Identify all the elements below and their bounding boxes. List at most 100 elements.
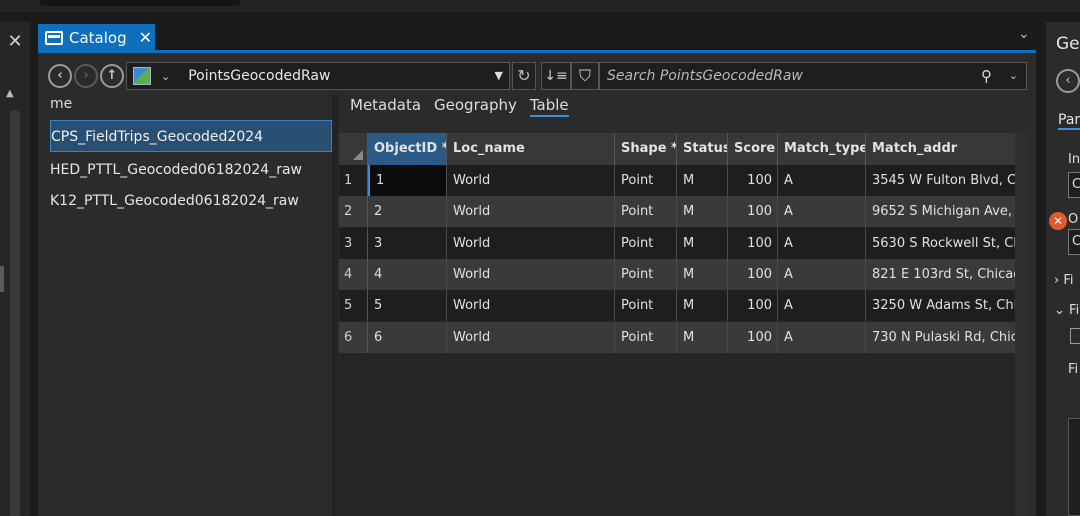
- list-header[interactable]: me: [50, 96, 72, 112]
- column-header[interactable]: ObjectID *: [368, 133, 447, 165]
- select-all-corner[interactable]: [339, 133, 368, 165]
- column-header[interactable]: Shape *: [615, 133, 677, 165]
- input-field[interactable]: C: [1068, 172, 1080, 198]
- cell-match-addr[interactable]: 3545 W Fulton Blvd, Ch: [866, 165, 1015, 196]
- back-icon[interactable]: ‹: [1056, 69, 1080, 93]
- refresh-icon[interactable]: ↻: [512, 62, 536, 90]
- pane-marker: [0, 266, 4, 292]
- cell-score[interactable]: 100: [728, 290, 778, 322]
- cell-status[interactable]: M: [677, 321, 728, 353]
- cell-score[interactable]: 100: [728, 258, 778, 290]
- cell-score[interactable]: 100: [728, 196, 778, 228]
- cell-status[interactable]: M: [677, 227, 728, 259]
- cell-objectid[interactable]: 1: [368, 165, 447, 196]
- cell-match-addr[interactable]: 3250 W Adams St, Chic: [866, 290, 1015, 321]
- table-row[interactable]: 4 4 World Point M 100 A 821 E 103rd St, Chicag: [339, 258, 1015, 290]
- cell-loc-name[interactable]: World: [447, 258, 615, 290]
- row-number[interactable]: 2: [339, 196, 368, 228]
- column-header[interactable]: Match_addr: [866, 133, 1015, 165]
- expander-fields-open[interactable]: ⌄ Fi: [1054, 303, 1079, 318]
- cell-shape[interactable]: Point: [615, 227, 677, 259]
- column-header[interactable]: Match_type: [778, 133, 866, 165]
- cell-loc-name[interactable]: World: [447, 227, 615, 259]
- table-row[interactable]: 6 6 World Point M 100 A 730 N Pulaski Rd, Chica: [339, 321, 1015, 353]
- cell-status[interactable]: M: [677, 258, 728, 290]
- tab-parameters[interactable]: Par: [1058, 112, 1080, 130]
- cell-match-type[interactable]: A: [778, 227, 866, 259]
- cell-match-type[interactable]: A: [778, 196, 866, 228]
- cell-shape[interactable]: Point: [615, 290, 677, 322]
- cell-score[interactable]: 100: [728, 227, 778, 259]
- cell-score[interactable]: 100: [728, 165, 778, 196]
- cell-match-type[interactable]: A: [778, 165, 866, 196]
- output-field[interactable]: C: [1068, 229, 1080, 255]
- path-dropdown[interactable]: ⌄ PointsGeocodedRaw ▼: [126, 62, 510, 90]
- up-icon[interactable]: ↑: [100, 64, 124, 88]
- table-scrollbar[interactable]: [1015, 133, 1027, 516]
- column-header[interactable]: Loc_name: [447, 133, 615, 165]
- cell-match-addr[interactable]: 730 N Pulaski Rd, Chica: [866, 322, 1015, 353]
- row-number[interactable]: 4: [339, 258, 368, 290]
- field-list-area[interactable]: [1068, 418, 1080, 516]
- table-row[interactable]: 5 5 World Point M 100 A 3250 W Adams St, Chic: [339, 290, 1015, 322]
- cell-score[interactable]: 100: [728, 321, 778, 353]
- cell-loc-name[interactable]: World: [447, 165, 615, 196]
- cell-shape[interactable]: Point: [615, 165, 677, 196]
- cell-objectid[interactable]: 2: [368, 196, 447, 228]
- chevron-down-icon[interactable]: ⌄: [1018, 26, 1030, 42]
- cell-status[interactable]: M: [677, 196, 728, 228]
- column-header[interactable]: Score: [728, 133, 778, 165]
- back-icon[interactable]: ‹: [48, 64, 72, 88]
- table-row[interactable]: 3 3 World Point M 100 A 5630 S Rockwell St, Chi: [339, 227, 1015, 259]
- cell-loc-name[interactable]: World: [447, 196, 615, 228]
- cell-objectid[interactable]: 3: [368, 227, 447, 259]
- search-input[interactable]: [607, 68, 967, 84]
- cell-match-type[interactable]: A: [778, 290, 866, 322]
- cell-match-type[interactable]: A: [778, 321, 866, 353]
- cell-shape[interactable]: Point: [615, 196, 677, 228]
- tab-metadata[interactable]: Metadata: [350, 96, 421, 117]
- cell-shape[interactable]: Point: [615, 321, 677, 353]
- dropdown-arrow-icon[interactable]: ▼: [495, 69, 503, 82]
- cell-status[interactable]: M: [677, 290, 728, 322]
- cell-objectid[interactable]: 5: [368, 290, 447, 322]
- scroll-up-icon[interactable]: ▲: [6, 88, 14, 99]
- table-row[interactable]: 2 2 World Point M 100 A 9652 S Michigan Ave, C: [339, 196, 1015, 228]
- sort-icon[interactable]: ↓≡: [541, 62, 571, 90]
- cell-match-type[interactable]: A: [778, 258, 866, 290]
- cell-status[interactable]: M: [677, 165, 728, 196]
- list-item[interactable]: CPS_FieldTrips_Geocoded2024: [50, 120, 332, 152]
- option-checkbox[interactable]: [1070, 328, 1080, 344]
- expander-fields[interactable]: › Fi: [1054, 273, 1074, 288]
- tab-catalog[interactable]: Catalog ✕: [38, 24, 155, 51]
- cell-match-addr[interactable]: 9652 S Michigan Ave, C: [866, 196, 1015, 227]
- cell-objectid[interactable]: 4: [368, 258, 447, 290]
- left-scrollbar[interactable]: [10, 110, 20, 516]
- close-icon[interactable]: ✕: [5, 32, 25, 52]
- tab-table[interactable]: Table: [529, 96, 569, 117]
- search-options-icon[interactable]: ⌄: [1009, 69, 1018, 82]
- search-icon[interactable]: ⚲: [981, 67, 992, 85]
- cell-loc-name[interactable]: World: [447, 321, 615, 353]
- row-number[interactable]: 6: [339, 321, 368, 353]
- row-number[interactable]: 3: [339, 227, 368, 259]
- table-row[interactable]: 1 1 World Point M 100 A 3545 W Fulton Blvd, Ch: [339, 165, 1015, 196]
- search-box: ⚲ ⌄: [599, 62, 1027, 90]
- cell-match-addr[interactable]: 821 E 103rd St, Chicag: [866, 259, 1015, 290]
- cell-match-addr[interactable]: 5630 S Rockwell St, Chi: [866, 228, 1015, 259]
- row-number[interactable]: 1: [339, 165, 368, 196]
- forward-icon[interactable]: ›: [74, 64, 98, 88]
- close-tab-icon[interactable]: ✕: [139, 28, 152, 47]
- cell-shape[interactable]: Point: [615, 258, 677, 290]
- column-header[interactable]: Status: [677, 133, 728, 165]
- expander-label: Fi: [1069, 303, 1080, 318]
- filter-icon[interactable]: ⛉: [571, 62, 599, 90]
- list-item[interactable]: HED_PTTL_Geocoded06182024_raw: [50, 154, 332, 186]
- cell-objectid[interactable]: 6: [368, 321, 447, 353]
- tab-geography[interactable]: Geography: [434, 96, 517, 117]
- list-item[interactable]: K12_PTTL_Geocoded06182024_raw: [50, 185, 332, 217]
- pane-splitter[interactable]: [332, 94, 338, 516]
- cell-loc-name[interactable]: World: [447, 290, 615, 322]
- chevron-down-icon[interactable]: ⌄: [161, 70, 170, 83]
- row-number[interactable]: 5: [339, 290, 368, 322]
